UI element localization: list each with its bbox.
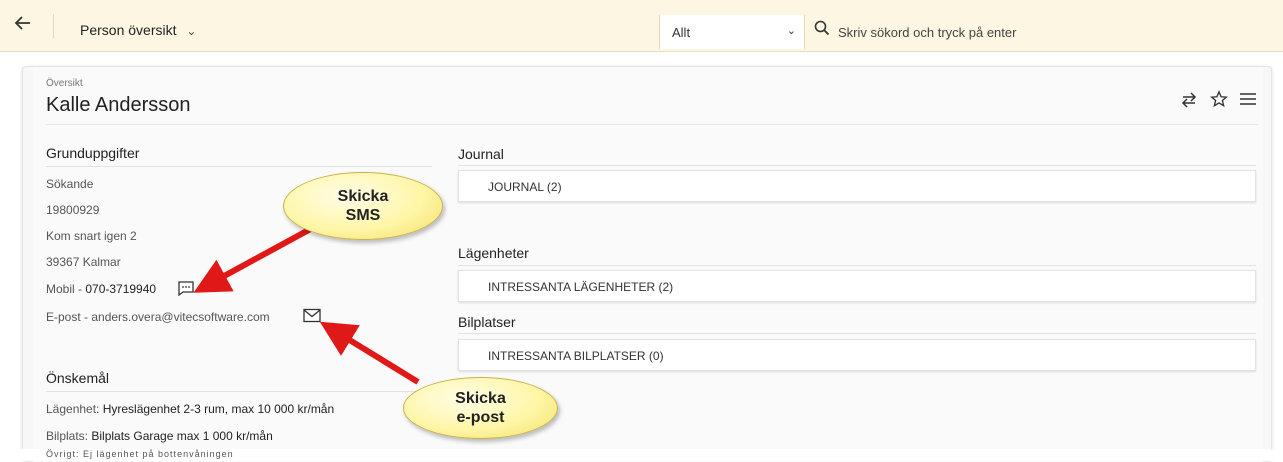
- callout-sms-line2: SMS: [345, 207, 381, 224]
- callout-send-sms: Skicka SMS: [283, 172, 443, 240]
- annotation-arrows: [193, 223, 420, 385]
- other-wish-partial: Övrigt: Ej lägenhet på bottenvåningen: [46, 449, 234, 459]
- callout-email-line1: Skicka: [455, 390, 506, 407]
- callout-send-email: Skicka e-post: [403, 377, 558, 439]
- torn-edge: Övrigt: Ej lägenhet på bottenvåningen: [0, 449, 1283, 461]
- sms-arrow: [193, 223, 318, 293]
- callout-email-line2: e-post: [456, 409, 505, 426]
- email-arrow: [319, 321, 420, 385]
- callout-sms-line1: Skicka: [337, 188, 389, 205]
